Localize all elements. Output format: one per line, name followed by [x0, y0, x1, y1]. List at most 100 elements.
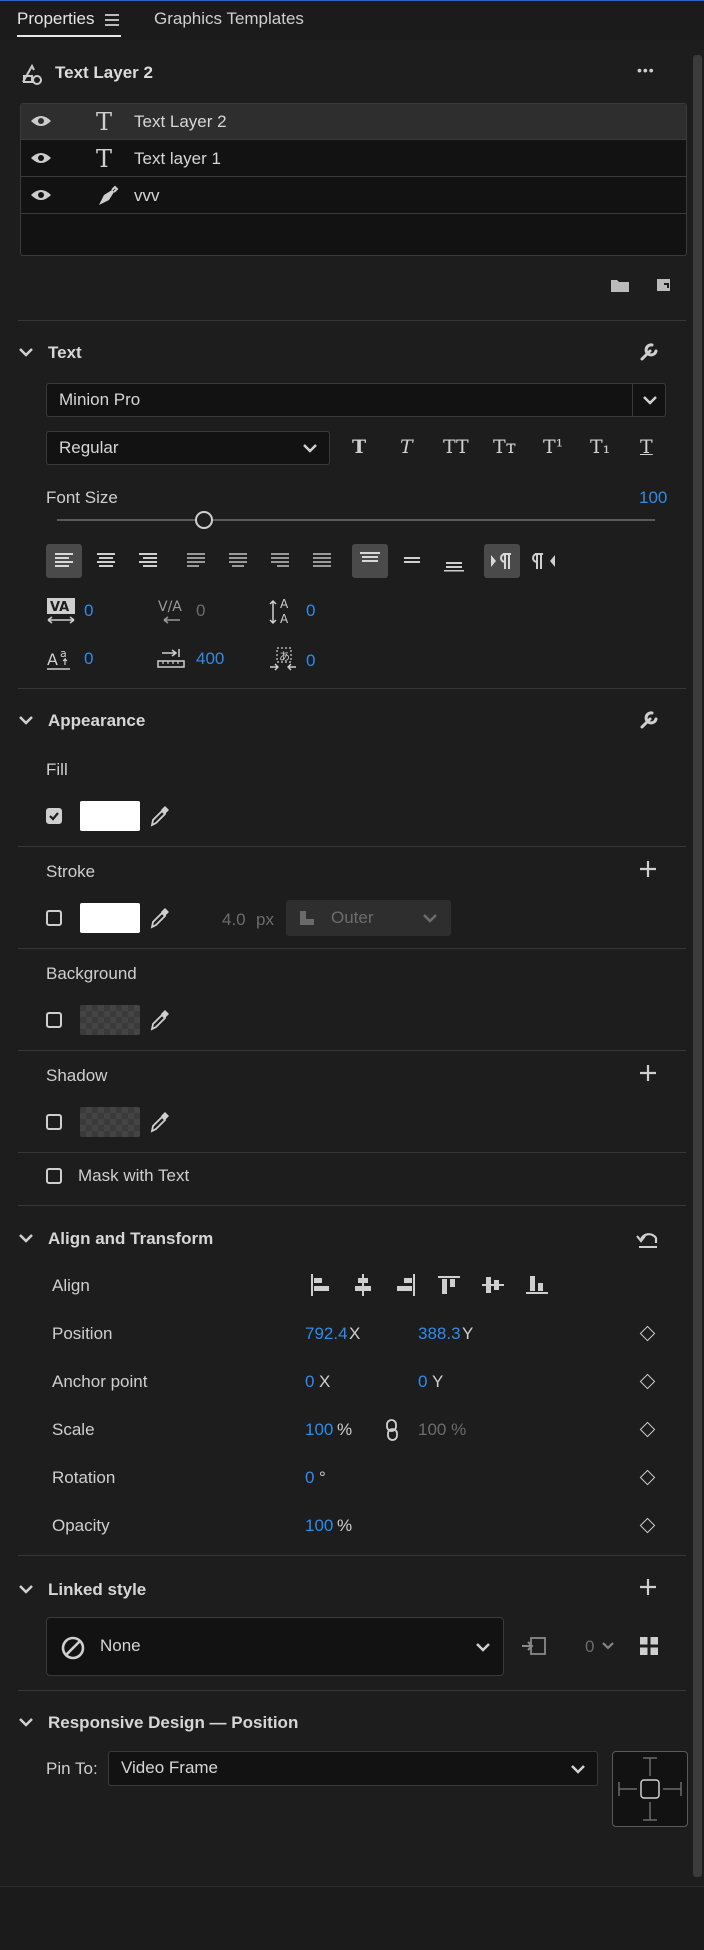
align-transform-section-chevron[interactable]	[18, 1232, 34, 1244]
all-caps-button[interactable]: TT	[443, 436, 469, 458]
tab-graphics-templates-label: Graphics Templates	[154, 9, 304, 28]
scrollbar[interactable]	[693, 55, 702, 1877]
fill-color-swatch[interactable]	[80, 801, 140, 831]
align-bottom-text-button[interactable]	[436, 544, 472, 578]
opacity-keyframe-icon[interactable]	[639, 1517, 656, 1534]
appearance-section-chevron[interactable]	[18, 714, 34, 726]
mask-with-text-checkbox[interactable]	[46, 1168, 62, 1184]
leading-value[interactable]: 0	[306, 601, 315, 621]
linked-style-select[interactable]: None	[46, 1617, 504, 1676]
divider	[18, 688, 686, 689]
shadow-checkbox[interactable]	[46, 1114, 62, 1130]
add-stroke-button[interactable]	[637, 858, 659, 880]
faux-bold-button[interactable]: T	[352, 436, 366, 458]
anchor-keyframe-icon[interactable]	[639, 1373, 656, 1390]
link-scale-icon[interactable]	[384, 1418, 400, 1442]
stroke-color-swatch[interactable]	[80, 903, 140, 933]
position-x-value[interactable]: 792.4	[305, 1324, 348, 1344]
stroke-type-select[interactable]: Outer	[286, 900, 451, 936]
linked-style-section-chevron[interactable]	[18, 1583, 34, 1595]
tab-underline	[17, 35, 121, 37]
align-top-text-button[interactable]	[352, 544, 388, 578]
font-size-slider[interactable]	[57, 511, 655, 529]
slider-thumb[interactable]	[195, 511, 213, 529]
small-caps-button[interactable]: Tт	[493, 436, 516, 458]
tab-properties[interactable]: Properties	[17, 9, 94, 29]
rotation-keyframe-icon[interactable]	[639, 1469, 656, 1486]
eyedropper-icon[interactable]	[148, 1007, 172, 1033]
wrench-icon[interactable]	[637, 340, 661, 364]
pin-to-select[interactable]: Video Frame	[108, 1751, 598, 1786]
align-right-text-button[interactable]	[130, 544, 166, 578]
align-bottom-edges-button[interactable]	[525, 1272, 549, 1298]
panel-menu-icon[interactable]	[105, 13, 119, 27]
reset-icon[interactable]	[636, 1226, 660, 1250]
ltr-direction-button[interactable]	[484, 544, 520, 578]
align-vertical-centers-button[interactable]	[481, 1272, 505, 1298]
align-left-edges-button[interactable]	[308, 1272, 332, 1298]
layer-row[interactable]: vvv	[21, 178, 686, 214]
background-checkbox[interactable]	[46, 1012, 62, 1028]
eye-icon[interactable]	[29, 187, 53, 203]
underline-button[interactable]: T	[640, 436, 653, 458]
scale-height-value[interactable]: 100 %	[418, 1420, 466, 1440]
stroke-width-value[interactable]: 4.0	[222, 910, 246, 930]
chevron-down-icon[interactable]	[601, 1641, 615, 1651]
add-shadow-button[interactable]	[637, 1062, 659, 1084]
rtl-direction-button[interactable]	[526, 544, 562, 578]
font-size-value[interactable]: 100	[639, 488, 667, 508]
anchor-x-value[interactable]: 0	[305, 1372, 314, 1392]
new-layer-icon[interactable]	[654, 274, 674, 294]
layer-row[interactable]: T Text Layer 2	[21, 104, 686, 140]
position-y-value[interactable]: 388.3	[418, 1324, 461, 1344]
add-style-button[interactable]	[637, 1576, 659, 1598]
wrench-icon[interactable]	[637, 708, 661, 732]
align-center-text-button[interactable]	[88, 544, 124, 578]
justify-left-button[interactable]	[178, 544, 214, 578]
align-top-edges-button[interactable]	[437, 1272, 461, 1298]
eyedropper-icon[interactable]	[148, 803, 172, 829]
baseline-shift-icon: Aa	[46, 645, 76, 673]
align-left-text-button[interactable]	[46, 544, 82, 578]
grid-view-icon[interactable]	[638, 1635, 660, 1657]
justify-center-button[interactable]	[220, 544, 256, 578]
fill-checkbox[interactable]	[46, 808, 62, 824]
scale-value[interactable]: 100	[305, 1420, 333, 1440]
tsume-value[interactable]: 0	[306, 651, 315, 671]
tab-width-value[interactable]: 400	[196, 649, 224, 669]
anchor-y-value[interactable]: 0	[418, 1372, 427, 1392]
layer-row[interactable]: T Text layer 1	[21, 141, 686, 177]
eye-icon[interactable]	[29, 113, 53, 129]
responsive-section-chevron[interactable]	[18, 1716, 34, 1728]
align-horizontal-centers-button[interactable]	[351, 1272, 375, 1298]
eyedropper-icon[interactable]	[148, 905, 172, 931]
align-right-edges-button[interactable]	[394, 1272, 418, 1298]
font-family-select[interactable]: Minion Pro	[46, 383, 666, 417]
opacity-value[interactable]: 100	[305, 1516, 333, 1536]
faux-italic-button[interactable]: T	[400, 436, 413, 458]
justify-right-button[interactable]	[262, 544, 298, 578]
shadow-color-swatch[interactable]	[80, 1107, 140, 1137]
chevron-down-icon	[570, 1763, 586, 1775]
subscript-button[interactable]: T₁	[590, 436, 610, 458]
tracking-value[interactable]: 0	[196, 601, 205, 621]
new-folder-icon[interactable]	[609, 276, 631, 294]
stroke-checkbox[interactable]	[46, 910, 62, 926]
justify-all-button[interactable]	[304, 544, 340, 578]
scale-keyframe-icon[interactable]	[639, 1421, 656, 1438]
font-style-select[interactable]: Regular	[46, 431, 330, 465]
baseline-shift-value[interactable]: 0	[84, 649, 93, 669]
text-section-chevron[interactable]	[18, 346, 34, 358]
align-middle-text-button[interactable]	[394, 544, 430, 578]
kerning-value[interactable]: 0	[84, 601, 93, 621]
tab-graphics-templates[interactable]: Graphics Templates	[154, 9, 304, 29]
push-style-icon[interactable]	[521, 1634, 547, 1658]
background-color-swatch[interactable]	[80, 1005, 140, 1035]
rotation-value[interactable]: 0	[305, 1468, 314, 1488]
eye-icon[interactable]	[29, 150, 53, 166]
pin-edges-widget[interactable]	[612, 1751, 688, 1827]
superscript-button[interactable]: T¹	[543, 436, 563, 458]
more-options-button[interactable]: •••	[637, 62, 655, 78]
eyedropper-icon[interactable]	[148, 1109, 172, 1135]
position-keyframe-icon[interactable]	[639, 1325, 656, 1342]
